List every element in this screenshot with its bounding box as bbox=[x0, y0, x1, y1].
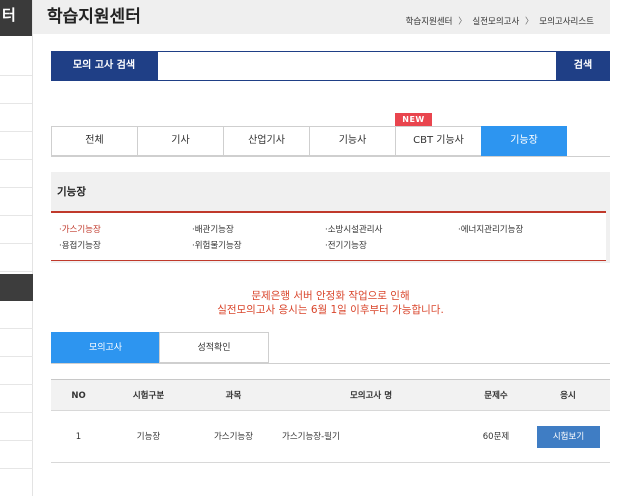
notice-line: 실전모의고사 응시는 6월 1일 이후부터 가능합니다. bbox=[217, 304, 444, 316]
table-row: 1 기능장 가스기능장 가스기능장-필기 60문제 시험보기 bbox=[51, 411, 610, 463]
category-item-energy[interactable]: ·에너지관리기능장 bbox=[458, 223, 523, 235]
table-header: NO 시험구분 과목 모의고사 명 문제수 응시 bbox=[51, 379, 610, 411]
breadcrumb-item-mock-exam[interactable]: 실전모의고사 bbox=[472, 15, 519, 27]
search-button[interactable]: 검색 bbox=[556, 51, 610, 81]
sidebar: 터 bbox=[0, 0, 33, 496]
sidebar-item[interactable] bbox=[0, 48, 32, 76]
category-item-welding[interactable]: ·용접기능장 bbox=[59, 239, 101, 251]
tab-mock-exam[interactable]: 모의고사 bbox=[51, 332, 160, 363]
take-exam-button[interactable]: 시험보기 bbox=[537, 426, 600, 448]
tab-master-craftsman[interactable]: 기능장 bbox=[481, 126, 567, 156]
category-panel: 기능장 ·가스기능장 ·배관기능장 ·소방시설관리사 ·에너지관리기능장 ·용접… bbox=[51, 172, 610, 263]
page-title: 학습지원센터 bbox=[47, 7, 141, 27]
sidebar-item[interactable] bbox=[0, 413, 33, 441]
breadcrumb-separator: 〉 bbox=[458, 17, 467, 27]
column-header-action: 응시 bbox=[560, 391, 576, 401]
sidebar-item[interactable] bbox=[0, 160, 32, 188]
sidebar-section-header[interactable] bbox=[0, 274, 33, 301]
sidebar-item[interactable] bbox=[0, 216, 32, 244]
tab-all[interactable]: 전체 bbox=[51, 126, 138, 156]
category-item-electric[interactable]: ·전기기능장 bbox=[325, 239, 367, 251]
column-header-exam-name: 모의고사 명 bbox=[349, 391, 393, 401]
page: 터 학습지원센터 학습지원센터 〉 실전모의고사 〉 모의고사리스트 모의 고사… bbox=[0, 0, 635, 496]
sidebar-item[interactable] bbox=[0, 385, 33, 413]
exam-search-select[interactable] bbox=[157, 51, 608, 81]
cell-exam-name: 가스기능장-필기 bbox=[282, 432, 340, 442]
breadcrumb-separator: 〉 bbox=[525, 17, 534, 27]
tab-score-check[interactable]: 성적확인 bbox=[159, 332, 269, 363]
exam-search-bar: 모의 고사 검색 검색 bbox=[51, 51, 610, 81]
breadcrumb-item-home[interactable]: 학습지원센터 bbox=[406, 15, 453, 27]
sidebar-item[interactable] bbox=[0, 104, 32, 132]
column-header-subject: 과목 bbox=[225, 391, 242, 401]
column-header-count: 문제수 bbox=[484, 391, 508, 401]
exam-table: NO 시험구분 과목 모의고사 명 문제수 응시 1 기능장 가스기능장 가스기… bbox=[51, 379, 610, 463]
breadcrumb-item-current: 모의고사리스트 bbox=[539, 17, 594, 27]
category-item-fire-facility[interactable]: ·소방시설관리사 bbox=[325, 223, 382, 235]
tab-industrial-engineer[interactable]: 산업기사 bbox=[223, 126, 310, 156]
breadcrumb: 학습지원센터 〉 실전모의고사 〉 모의고사리스트 bbox=[406, 15, 594, 27]
category-item-hazardous[interactable]: ·위험물기능장 bbox=[192, 239, 242, 251]
tab-craftsman[interactable]: 기능사 bbox=[309, 126, 396, 156]
search-label: 모의 고사 검색 bbox=[51, 51, 157, 81]
category-tabs: 전체 기사 산업기사 기능사 CBT 기능사 기능장 bbox=[51, 126, 610, 157]
sidebar-item[interactable] bbox=[0, 301, 33, 329]
notice-line: 문제은행 서버 안정화 작업으로 인해 bbox=[251, 290, 410, 302]
sidebar-item[interactable] bbox=[0, 441, 33, 469]
category-title: 기능장 bbox=[57, 186, 86, 198]
category-item-piping[interactable]: ·배관기능장 bbox=[192, 223, 234, 235]
category-list: ·가스기능장 ·배관기능장 ·소방시설관리사 ·에너지관리기능장 ·용접기능장 … bbox=[51, 211, 606, 261]
page-header: 학습지원센터 학습지원센터 〉 실전모의고사 〉 모의고사리스트 bbox=[33, 0, 610, 34]
cell-no: 1 bbox=[75, 432, 82, 442]
sub-tabs: 모의고사 성적확인 bbox=[51, 332, 610, 364]
sidebar-title: 터 bbox=[0, 0, 32, 36]
sidebar-item[interactable] bbox=[0, 357, 33, 385]
column-header-type: 시험구분 bbox=[132, 391, 165, 401]
sidebar-item[interactable] bbox=[0, 244, 32, 272]
sidebar-item[interactable] bbox=[0, 76, 32, 104]
sidebar-item[interactable] bbox=[0, 329, 33, 357]
new-badge: NEW bbox=[395, 113, 432, 126]
category-item-gas[interactable]: ·가스기능장 bbox=[59, 223, 101, 235]
cell-count: 60문제 bbox=[482, 432, 510, 442]
service-notice: 문제은행 서버 안정화 작업으로 인해 실전모의고사 응시는 6월 1일 이후부… bbox=[51, 289, 610, 317]
column-header-no: NO bbox=[71, 391, 86, 401]
sidebar-item[interactable] bbox=[0, 132, 32, 160]
tab-engineer[interactable]: 기사 bbox=[137, 126, 224, 156]
cell-subject: 가스기능장 bbox=[213, 432, 254, 442]
tab-cbt-craftsman[interactable]: CBT 기능사 bbox=[395, 126, 482, 156]
sidebar-item[interactable] bbox=[0, 188, 32, 216]
cell-type: 기능장 bbox=[136, 432, 161, 442]
